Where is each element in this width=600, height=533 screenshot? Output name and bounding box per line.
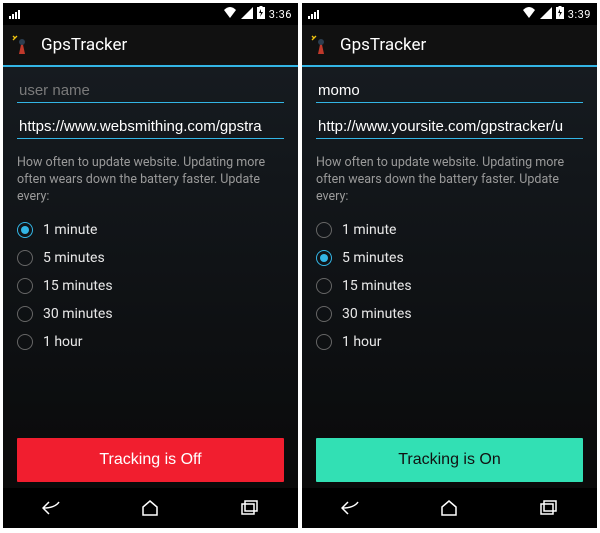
radio-icon bbox=[316, 250, 332, 266]
status-right: 3:36 bbox=[223, 6, 292, 22]
signal-left-icon bbox=[9, 9, 20, 19]
wifi-icon bbox=[223, 7, 237, 22]
radio-icon bbox=[17, 222, 33, 238]
signal-icon bbox=[540, 7, 552, 22]
interval-help-text: How often to update website. Updating mo… bbox=[316, 155, 583, 206]
nav-bar bbox=[302, 488, 597, 528]
app-icon bbox=[11, 34, 33, 56]
app-title: GpsTracker bbox=[340, 35, 426, 55]
radio-icon bbox=[316, 334, 332, 350]
content-area: How often to update website. Updating mo… bbox=[302, 67, 597, 488]
interval-option-label: 5 minutes bbox=[342, 250, 404, 266]
status-clock: 3:39 bbox=[568, 8, 591, 21]
content-area: How often to update website. Updating mo… bbox=[3, 67, 298, 488]
interval-option[interactable]: 5 minutes bbox=[17, 244, 284, 272]
interval-option[interactable]: 30 minutes bbox=[17, 300, 284, 328]
phone-screen-left: 3:36 GpsTracker How often to update webs… bbox=[3, 3, 298, 528]
status-left bbox=[9, 9, 20, 19]
interval-radio-group: 1 minute 5 minutes 15 minutes 30 minutes 1 h… bbox=[17, 216, 284, 356]
battery-charging-icon bbox=[257, 6, 265, 22]
nav-recents-button[interactable] bbox=[534, 494, 562, 522]
app-icon bbox=[310, 34, 332, 56]
interval-option[interactable]: 15 minutes bbox=[316, 272, 583, 300]
nav-back-button[interactable] bbox=[38, 494, 66, 522]
interval-option-label: 15 minutes bbox=[342, 278, 412, 294]
interval-option-label: 1 minute bbox=[342, 222, 396, 238]
signal-icon bbox=[241, 7, 253, 22]
interval-option-label: 1 minute bbox=[43, 222, 97, 238]
radio-icon bbox=[316, 222, 332, 238]
radio-icon bbox=[316, 306, 332, 322]
radio-icon bbox=[17, 250, 33, 266]
tracking-toggle-button[interactable]: Tracking is Off bbox=[17, 438, 284, 482]
signal-left-icon bbox=[308, 9, 319, 19]
app-title: GpsTracker bbox=[41, 35, 127, 55]
nav-home-button[interactable] bbox=[435, 494, 463, 522]
interval-option[interactable]: 30 minutes bbox=[316, 300, 583, 328]
radio-icon bbox=[17, 306, 33, 322]
interval-option[interactable]: 1 hour bbox=[17, 328, 284, 356]
tracking-toggle-button[interactable]: Tracking is On bbox=[316, 438, 583, 482]
interval-option[interactable]: 5 minutes bbox=[316, 244, 583, 272]
interval-option-label: 15 minutes bbox=[43, 278, 113, 294]
nav-back-button[interactable] bbox=[337, 494, 365, 522]
interval-option[interactable]: 1 minute bbox=[316, 216, 583, 244]
interval-option-label: 30 minutes bbox=[342, 306, 412, 322]
battery-charging-icon bbox=[556, 6, 564, 22]
status-left bbox=[308, 9, 319, 19]
interval-help-text: How often to update website. Updating mo… bbox=[17, 155, 284, 206]
interval-option[interactable]: 1 minute bbox=[17, 216, 284, 244]
phone-screen-right: 3:39 GpsTracker How often to update webs… bbox=[302, 3, 597, 528]
status-bar: 3:36 bbox=[3, 3, 298, 25]
action-bar: GpsTracker bbox=[3, 25, 298, 67]
url-input[interactable] bbox=[316, 113, 583, 139]
nav-recents-button[interactable] bbox=[235, 494, 263, 522]
nav-bar bbox=[3, 488, 298, 528]
interval-option-label: 1 hour bbox=[43, 334, 83, 350]
username-input[interactable] bbox=[316, 77, 583, 103]
action-bar: GpsTracker bbox=[302, 25, 597, 67]
interval-option-label: 1 hour bbox=[342, 334, 382, 350]
interval-option-label: 5 minutes bbox=[43, 250, 105, 266]
radio-icon bbox=[17, 334, 33, 350]
interval-option[interactable]: 1 hour bbox=[316, 328, 583, 356]
radio-icon bbox=[17, 278, 33, 294]
username-input[interactable] bbox=[17, 77, 284, 103]
url-input[interactable] bbox=[17, 113, 284, 139]
interval-option-label: 30 minutes bbox=[43, 306, 113, 322]
status-clock: 3:36 bbox=[269, 8, 292, 21]
interval-option[interactable]: 15 minutes bbox=[17, 272, 284, 300]
radio-icon bbox=[316, 278, 332, 294]
nav-home-button[interactable] bbox=[136, 494, 164, 522]
interval-radio-group: 1 minute 5 minutes 15 minutes 30 minutes 1 h… bbox=[316, 216, 583, 356]
status-right: 3:39 bbox=[522, 6, 591, 22]
status-bar: 3:39 bbox=[302, 3, 597, 25]
wifi-icon bbox=[522, 7, 536, 22]
